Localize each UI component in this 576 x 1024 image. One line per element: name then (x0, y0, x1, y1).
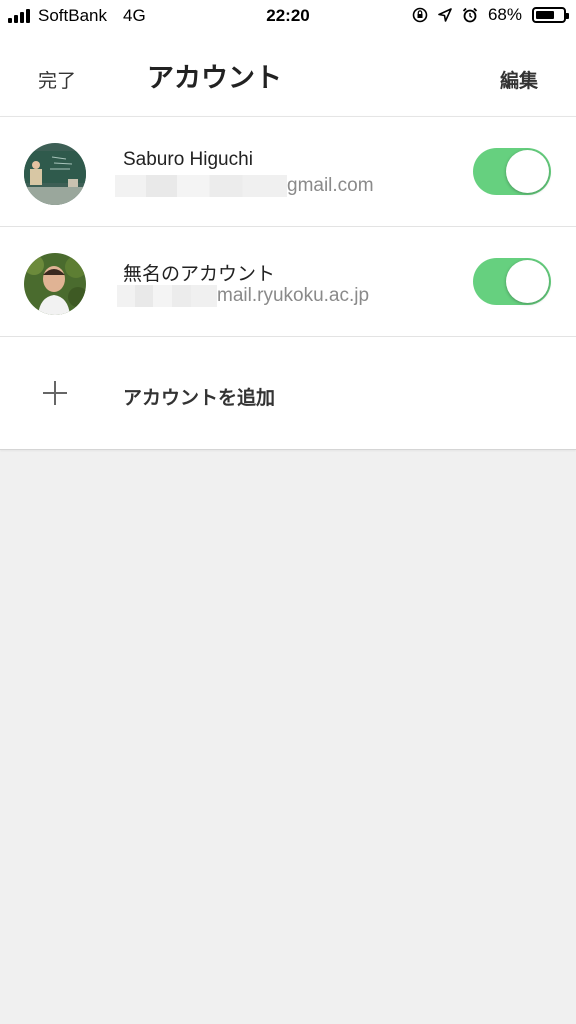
status-bar: SoftBank 4G 22:20 68% (0, 0, 576, 34)
account-email-domain: mail.ryukoku.ac.jp (217, 285, 370, 307)
battery-percent: 68% (487, 5, 522, 24)
account-name: 無名のアカウント (123, 264, 276, 285)
alarm-icon (462, 7, 478, 23)
redacted-email-prefix (117, 285, 217, 307)
account-toggle[interactable] (473, 148, 551, 195)
account-email-domain: gmail.com (287, 175, 374, 197)
edit-button[interactable]: 編集 (500, 66, 538, 93)
account-email: mail.ryukoku.ac.jp (117, 285, 369, 307)
redacted-email-prefix (115, 175, 287, 197)
account-toggle[interactable] (473, 258, 551, 305)
plus-icon (43, 381, 67, 405)
add-account-label: アカウントを追加 (123, 388, 276, 409)
battery-fill (536, 11, 554, 19)
location-arrow-icon (438, 8, 452, 22)
avatar (24, 253, 86, 315)
page-title: アカウント (147, 63, 282, 93)
account-row[interactable]: 無名のアカウント mail.ryukoku.ac.jp (0, 227, 576, 337)
status-right: 68% (412, 5, 569, 25)
account-row[interactable]: Saburo Higuchi gmail.com (0, 117, 576, 227)
done-button[interactable]: 完了 (38, 66, 76, 93)
avatar (24, 143, 86, 205)
orientation-lock-icon (412, 7, 428, 23)
account-email: gmail.com (115, 175, 374, 197)
accounts-card: Saburo Higuchi gmail.com 無名のアカウント mail.r… (0, 116, 576, 450)
battery-icon (532, 7, 569, 23)
add-account-button[interactable]: アカウントを追加 (0, 339, 576, 449)
account-name: Saburo Higuchi (123, 149, 253, 170)
nav-bar: 完了 アカウント 編集 (0, 34, 576, 116)
